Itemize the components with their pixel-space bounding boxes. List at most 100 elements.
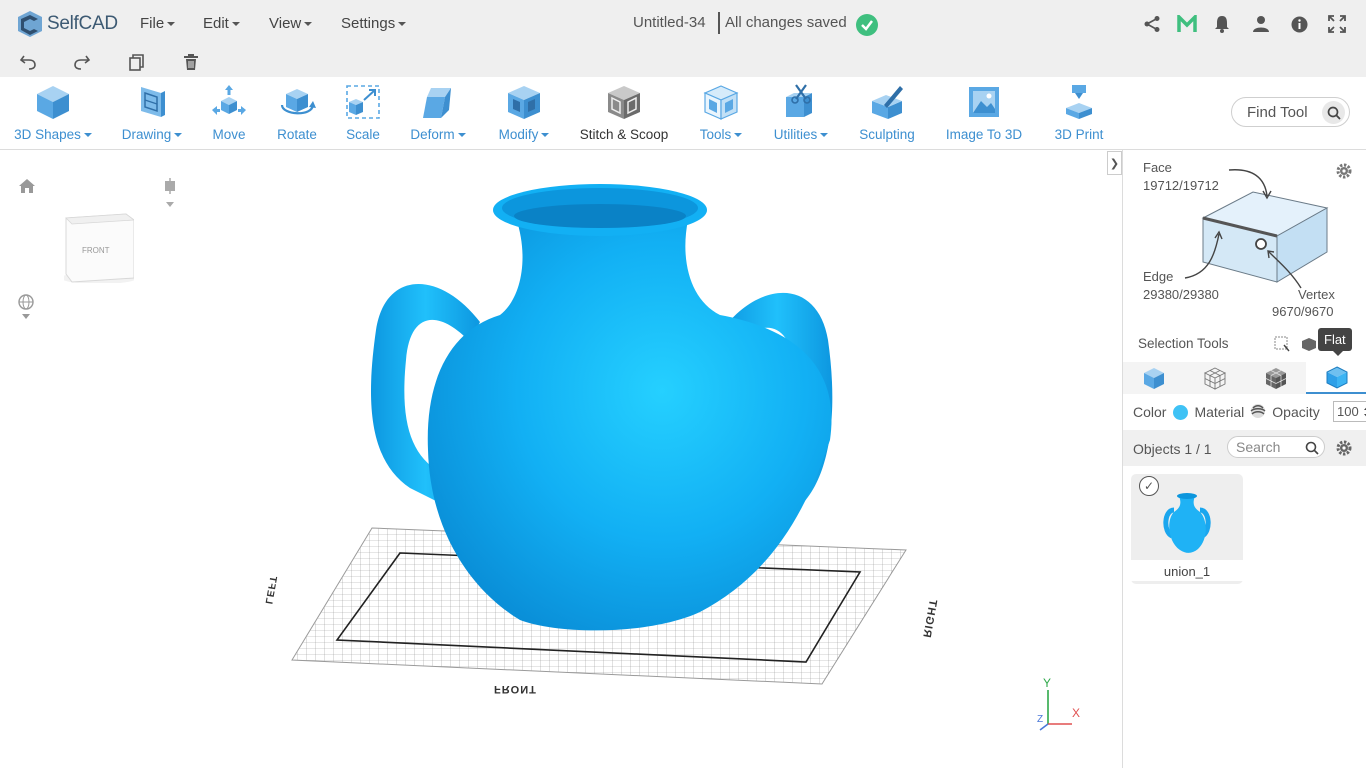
flat-tooltip: Flat: [1318, 328, 1352, 356]
3d-print-icon: [1066, 85, 1092, 119]
objects-count: Objects 1 / 1: [1133, 441, 1212, 457]
scale-icon: [346, 85, 380, 119]
home-view-icon[interactable]: [18, 178, 36, 197]
selection-tools-label: Selection Tools: [1138, 336, 1229, 351]
main-toolbar: 3D Shapes Drawing Move Rotate Scale Defo…: [0, 77, 1366, 150]
tools-icon: [703, 85, 739, 120]
share-icon[interactable]: [1142, 14, 1162, 34]
search-icon[interactable]: [1305, 440, 1319, 460]
menu-edit[interactable]: Edit: [203, 15, 240, 32]
objects-settings-gear-icon[interactable]: [1335, 439, 1353, 460]
app-name: SelfCAD: [47, 13, 118, 34]
redo-icon[interactable]: [71, 51, 93, 73]
mode-smooth-icon[interactable]: [1245, 362, 1306, 394]
cube-face-label: FRONT: [82, 246, 110, 255]
title-divider: [718, 12, 720, 34]
tool-scale[interactable]: Scale: [344, 83, 382, 142]
menu-view[interactable]: View: [269, 15, 312, 32]
gizmo-z-label: Z: [1037, 714, 1044, 725]
document-title[interactable]: Untitled-34: [633, 14, 706, 31]
tool-label: Move: [212, 127, 246, 142]
object-card[interactable]: ✓ union_1: [1131, 474, 1243, 584]
undo-icon[interactable]: [17, 51, 39, 73]
selection-mode-diagram: [1184, 169, 1329, 289]
sculpting-icon: [872, 86, 903, 119]
tool-label: Stitch & Scoop: [579, 127, 669, 142]
stitch-scoop-icon: [608, 86, 640, 119]
app-logo[interactable]: SelfCAD: [17, 10, 118, 38]
tool-3d-print[interactable]: 3D Print: [1052, 83, 1106, 142]
tool-move[interactable]: Move: [207, 83, 251, 142]
axis-label-front: FRONT: [494, 683, 537, 695]
tool-stitch-scoop[interactable]: Stitch & Scoop: [578, 83, 670, 142]
mode-object-icon[interactable]: [1123, 362, 1184, 394]
info-icon[interactable]: [1289, 14, 1309, 34]
tool-image-to-3d[interactable]: Image To 3D: [944, 83, 1024, 142]
color-swatch[interactable]: [1173, 404, 1189, 420]
view-options-icon[interactable]: [162, 178, 178, 213]
orbit-globe-icon[interactable]: [18, 294, 34, 325]
save-status: All changes saved: [725, 14, 847, 31]
vertex-label: Vertex: [1298, 287, 1335, 302]
delete-trash-icon[interactable]: [180, 51, 202, 73]
fullscreen-icon[interactable]: [1327, 14, 1347, 34]
find-tool-search[interactable]: Find Tool: [1231, 97, 1350, 127]
tool-utilities[interactable]: Utilities: [771, 83, 831, 142]
tool-label: 3D Shapes: [14, 127, 92, 142]
objects-header: Objects 1 / 1 Search: [1123, 430, 1366, 466]
menu-file[interactable]: File: [140, 15, 175, 32]
selection-mode-tabs: [1123, 362, 1366, 394]
panel-collapse-chevron-icon[interactable]: ❯: [1107, 151, 1122, 175]
deform-icon: [423, 88, 451, 118]
tool-modify[interactable]: Modify: [496, 83, 552, 142]
object-thumbnail-vase: [1163, 493, 1211, 553]
vertex-count: 9670/9670: [1272, 304, 1334, 319]
edit-toolbar: [0, 48, 1366, 77]
edge-label: Edge: [1143, 269, 1174, 284]
tool-label: Sculpting: [859, 127, 915, 142]
selection-settings-gear-icon[interactable]: [1335, 162, 1353, 183]
right-properties-panel: Face 19712/19712 Edge 29380/29380 Vertex…: [1122, 150, 1366, 768]
opacity-value: 100: [1337, 404, 1359, 419]
object-selected-check-icon[interactable]: ✓: [1139, 476, 1159, 496]
opacity-stepper[interactable]: 100: [1333, 401, 1366, 422]
copy-icon[interactable]: [126, 51, 148, 73]
m-app-icon[interactable]: [1177, 14, 1197, 34]
tool-label: Drawing: [122, 127, 183, 142]
tool-deform[interactable]: Deform: [408, 83, 468, 142]
material-label: Material: [1194, 404, 1245, 420]
tool-3d-shapes[interactable]: 3D Shapes: [14, 83, 92, 142]
object-select-icon[interactable]: [1300, 336, 1318, 355]
tool-drawing[interactable]: Drawing: [120, 83, 184, 142]
modify-icon: [508, 86, 540, 119]
search-icon[interactable]: [1322, 101, 1345, 124]
tool-label: Tools: [700, 127, 743, 142]
gizmo-y-label: Y: [1043, 676, 1052, 690]
cube-icon: [37, 86, 69, 119]
mode-wireframe-icon[interactable]: [1184, 362, 1245, 394]
objects-search-input[interactable]: Search: [1227, 436, 1325, 458]
menu-settings[interactable]: Settings: [341, 15, 406, 32]
tool-label: Utilities: [774, 127, 829, 142]
opacity-label: Opacity: [1272, 404, 1320, 420]
objects-search-placeholder: Search: [1236, 439, 1281, 455]
top-menu-bar: SelfCAD File Edit View Settings Untitled…: [0, 0, 1366, 48]
tool-sculpting[interactable]: Sculpting: [857, 83, 917, 142]
face-count: 19712/19712: [1143, 178, 1219, 193]
notifications-bell-icon[interactable]: [1212, 14, 1232, 34]
tool-rotate[interactable]: Rotate: [274, 83, 320, 142]
drawing-icon: [141, 87, 165, 117]
material-sphere-icon[interactable]: [1250, 403, 1266, 422]
user-account-icon[interactable]: [1251, 14, 1271, 34]
move-icon: [212, 85, 246, 115]
tool-label: Image To 3D: [945, 127, 1023, 142]
utilities-icon: [786, 84, 812, 117]
tool-tools[interactable]: Tools: [698, 83, 744, 142]
tool-label: Scale: [346, 127, 380, 142]
mode-flat-icon[interactable]: [1306, 362, 1366, 394]
tool-label: Rotate: [277, 127, 317, 142]
selfcad-logo-icon: [18, 11, 42, 37]
3d-viewport[interactable]: FRONT LEFT RIGHT FRONT Y X Z: [0, 150, 1122, 768]
box-select-icon[interactable]: [1274, 336, 1290, 355]
scene-canvas: [291, 184, 907, 685]
